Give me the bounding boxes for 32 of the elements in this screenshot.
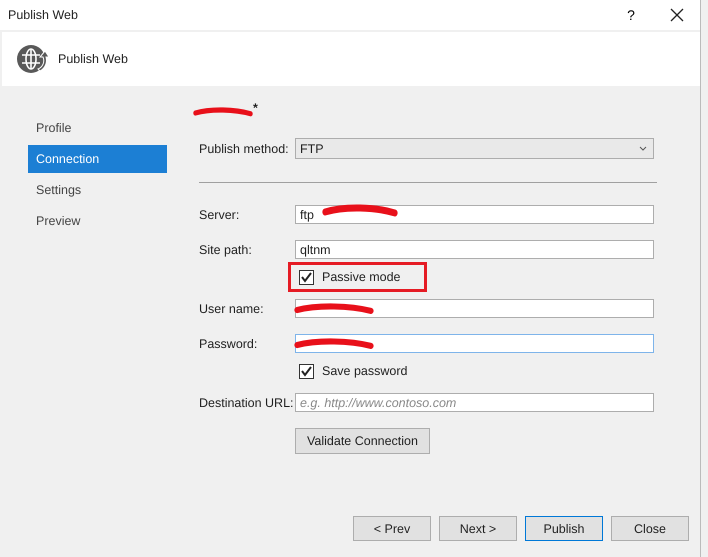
input-field[interactable]: qltnm [295, 240, 654, 259]
checkbox-label: Passive mode [322, 270, 401, 284]
field-label: Destination URL: [199, 396, 294, 410]
dialog-button[interactable]: Publish [525, 516, 603, 541]
window-title: Publish Web [8, 8, 78, 22]
field-label: Server: [199, 208, 240, 222]
header-title: Publish Web [58, 52, 128, 66]
step-tab[interactable]: Settings [28, 176, 161, 204]
validate-button[interactable]: Validate Connection [295, 428, 430, 454]
step-tab[interactable]: Profile [28, 114, 161, 142]
profile-title: * [253, 101, 258, 115]
input-field[interactable]: ftp [295, 205, 654, 224]
field-label: Site path: [199, 242, 253, 256]
field-label: Password: [199, 336, 258, 350]
field-label: User name: [199, 302, 265, 316]
dialog-button[interactable]: Next > [439, 516, 517, 541]
input-field[interactable] [295, 299, 654, 318]
help-button[interactable]: ? [608, 0, 654, 30]
caret-icon [639, 146, 647, 151]
close-icon [669, 7, 685, 23]
field-label: Publish method: [199, 142, 290, 156]
globe-upload-icon [16, 43, 50, 75]
checkbox-label: Save password [322, 364, 408, 378]
dialog-button[interactable]: Close [611, 516, 689, 541]
dialog-button[interactable]: < Prev [353, 516, 431, 541]
dropdown[interactable]: FTP [295, 138, 654, 159]
input-field[interactable] [295, 334, 654, 353]
step-tab[interactable]: Connection [28, 145, 167, 173]
step-tab[interactable]: Preview [28, 207, 161, 235]
input-field[interactable]: e.g. http://www.contoso.com [295, 393, 654, 412]
checkbox[interactable] [299, 364, 314, 378]
checkbox[interactable] [299, 270, 314, 284]
